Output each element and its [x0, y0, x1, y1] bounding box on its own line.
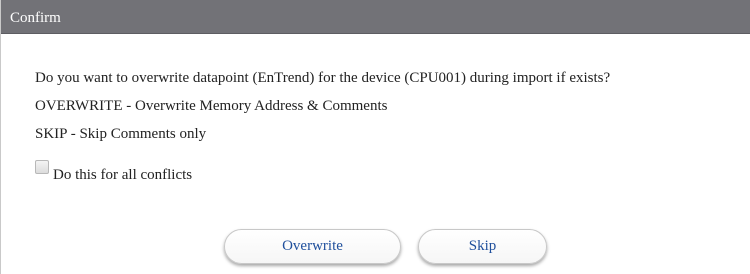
- overwrite-button[interactable]: Overwrite: [224, 229, 401, 264]
- apply-to-all-checkbox[interactable]: [35, 160, 49, 174]
- apply-to-all-label[interactable]: Do this for all conflicts: [53, 166, 192, 184]
- overwrite-description: OVERWRITE - Overwrite Memory Address & C…: [35, 98, 388, 114]
- dialog-title: Confirm: [10, 10, 61, 26]
- dialog-titlebar: Confirm: [1, 0, 750, 34]
- skip-description: SKIP - Skip Comments only: [35, 126, 207, 142]
- confirm-message: Do you want to overwrite datapoint (EnTr…: [35, 70, 611, 86]
- skip-button[interactable]: Skip: [418, 229, 547, 264]
- confirm-dialog: Confirm Do you want to overwrite datapoi…: [0, 0, 750, 274]
